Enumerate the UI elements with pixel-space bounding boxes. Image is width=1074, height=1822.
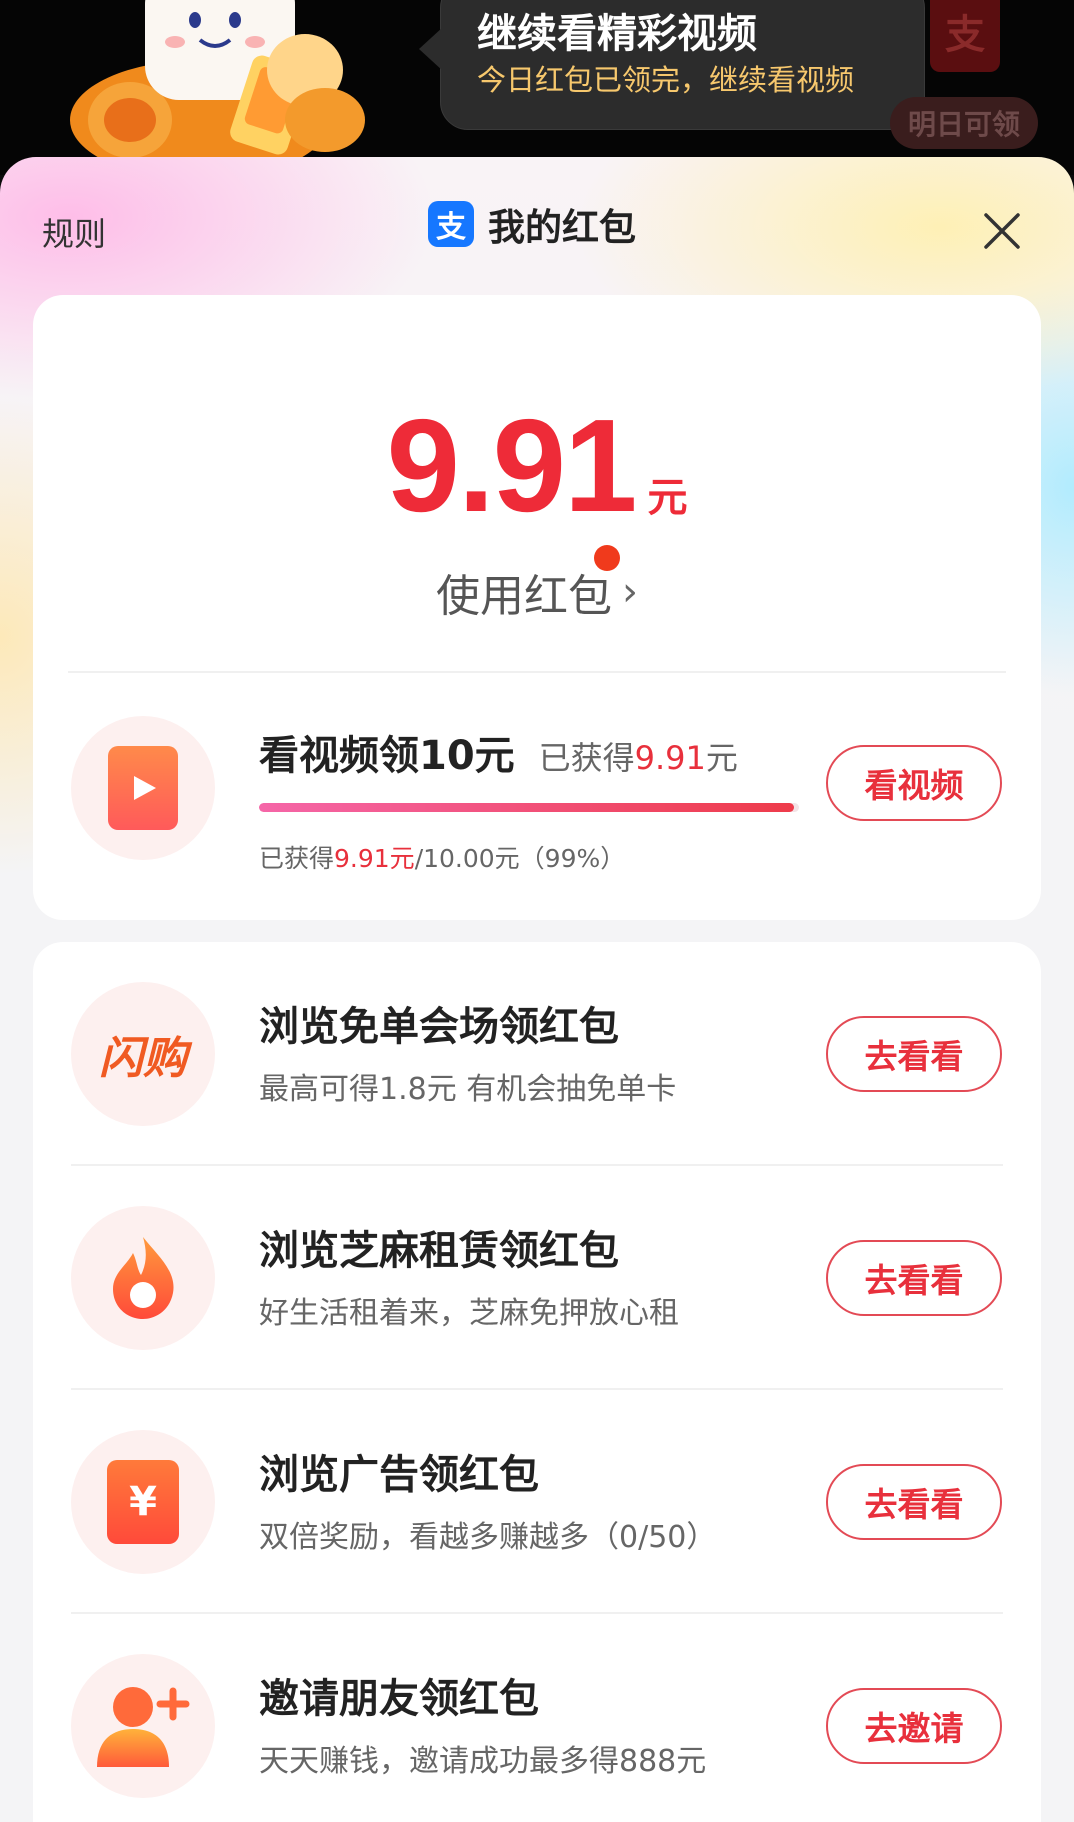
alipay-logo-glyph: 支 — [436, 210, 466, 245]
go-browse-button[interactable]: 去看看 — [826, 1016, 1002, 1092]
red-envelope-icon[interactable]: 支 — [930, 0, 1000, 72]
page-title: 我的红包 — [488, 206, 636, 249]
task-subtitle: 好生活租着来，芝麻免押放心租 — [259, 1296, 679, 1331]
progress-rest: /10.00元（99%） — [414, 844, 626, 873]
go-browse-button-label: 去看看 — [864, 1261, 964, 1300]
sesame-flame-icon — [113, 1237, 174, 1319]
task-title: 浏览广告领红包 — [259, 1452, 539, 1498]
task-row-ads: ¥ 浏览广告领红包 双倍奖励，看越多赚越多（0/50） 去看看 — [33, 1390, 1041, 1614]
mascot-illustration — [70, 0, 365, 160]
go-browse-button[interactable]: 去看看 — [826, 1240, 1002, 1316]
sheet-header: 支 我的红包 — [428, 197, 636, 251]
video-task-earned-value: 9.91 — [634, 739, 706, 777]
tooltip-title: 继续看精彩视频 — [477, 11, 757, 57]
go-browse-button-label: 去看看 — [864, 1037, 964, 1076]
flash-buy-logo-icon: 闪购 — [99, 1033, 187, 1084]
use-red-packet-link[interactable]: 使用红包 › — [33, 560, 1041, 624]
balance-unit: 元 — [647, 475, 688, 521]
tooltip-subtitle: 今日红包已领完，继续看视频 — [477, 63, 855, 97]
yuan-glyph: ¥ — [129, 1479, 157, 1525]
tomorrow-label: 明日可领 — [907, 108, 1020, 141]
task-row-sesame-rental: 浏览芝麻租赁领红包 好生活租着来，芝麻免押放心租 去看看 — [33, 1166, 1041, 1390]
balance-amount: 9.91 — [386, 392, 638, 539]
task-icon-bg: 闪购 — [71, 982, 215, 1126]
alipay-logo-icon: 支 — [428, 201, 474, 247]
video-task-earned-unit: 元 — [705, 739, 738, 777]
task-subtitle: 天天赚钱，邀请成功最多得888元 — [259, 1744, 707, 1779]
balance-amount-row: 9.91 元 — [33, 390, 1041, 541]
video-banner: 继续看精彩视频 今日红包已领完，继续看视频 支 明日可领 — [0, 0, 1074, 175]
task-row-free-order: 闪购 浏览免单会场领红包 最高可得1.8元 有机会抽免单卡 去看看 — [33, 942, 1041, 1166]
task-icon-bg — [71, 1206, 215, 1350]
video-progress-text: 已获得9.91元/10.00元（99%） — [259, 839, 625, 875]
notification-dot — [594, 545, 620, 571]
task-title: 浏览芝麻租赁领红包 — [259, 1228, 619, 1274]
video-task-earned: 已获得9.91元 — [539, 739, 738, 777]
tomorrow-claim-pill: 明日可领 — [890, 97, 1038, 149]
chevron-right-icon: › — [622, 569, 638, 615]
task-title: 浏览免单会场领红包 — [259, 1004, 619, 1050]
task-subtitle: 双倍奖励，看越多赚越多（0/50） — [259, 1520, 717, 1555]
task-icon-bg — [71, 1654, 215, 1798]
yuan-envelope-icon: ¥ — [107, 1460, 179, 1544]
go-invite-button[interactable]: 去邀请 — [826, 1688, 1002, 1764]
balance-card: 9.91 元 使用红包 › 看视频领10元 已获得9.91元 已获得9.91元/… — [33, 295, 1041, 920]
task-row-invite: 邀请朋友领红包 天天赚钱，邀请成功最多得888元 去邀请 — [33, 1614, 1041, 1822]
close-icon[interactable] — [978, 207, 1026, 255]
video-task-icon-bg — [71, 716, 215, 860]
use-red-packet-label: 使用红包 — [436, 571, 612, 622]
rules-link[interactable]: 规则 — [42, 209, 106, 255]
envelope-glyph: 支 — [945, 12, 985, 58]
watch-video-button[interactable]: 看视频 — [826, 745, 1002, 821]
play-icon — [108, 746, 178, 830]
add-friend-icon — [97, 1687, 190, 1767]
red-packet-sheet: 规则 支 我的红包 9.91 元 使用红包 › 看视频领10元 已获得9.91元… — [0, 157, 1074, 1822]
task-icon-bg: ¥ — [71, 1430, 215, 1574]
video-task-earned-prefix: 已获得 — [538, 739, 635, 777]
task-subtitle: 最高可得1.8元 有机会抽免单卡 — [259, 1072, 677, 1107]
video-task-title-text: 看视频领10元 — [259, 733, 515, 779]
go-invite-button-label: 去邀请 — [864, 1709, 964, 1748]
go-browse-button[interactable]: 去看看 — [826, 1464, 1002, 1540]
go-browse-button-label: 去看看 — [864, 1485, 964, 1524]
video-task-title: 看视频领10元 已获得9.91元 — [259, 723, 738, 781]
task-title: 邀请朋友领红包 — [259, 1676, 539, 1722]
progress-earned: 9.91元 — [334, 844, 415, 873]
tasks-card: 闪购 浏览免单会场领红包 最高可得1.8元 有机会抽免单卡 去看看 浏览芝麻租赁… — [33, 942, 1041, 1822]
watch-video-button-label: 看视频 — [864, 766, 964, 805]
watch-video-task: 看视频领10元 已获得9.91元 已获得9.91元/10.00元（99%） 看视… — [33, 671, 1041, 920]
video-progress-fill — [259, 803, 794, 812]
progress-prefix: 已获得 — [259, 844, 335, 873]
video-progress-bar — [259, 803, 799, 812]
continue-watching-tooltip: 继续看精彩视频 今日红包已领完，继续看视频 — [419, 0, 925, 130]
